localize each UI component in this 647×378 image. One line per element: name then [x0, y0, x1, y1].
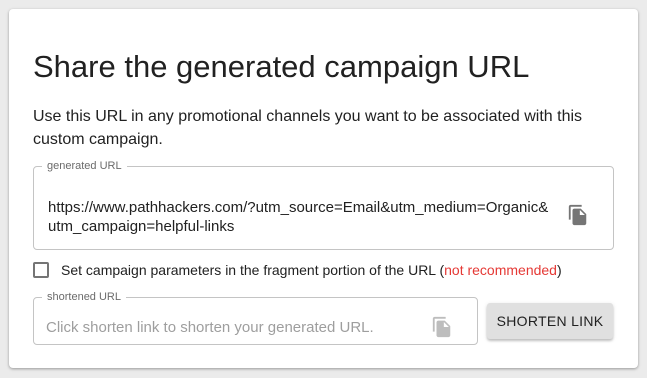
not-recommended-text: not recommended [444, 262, 557, 278]
generated-url-value[interactable]: https://www.pathhackers.com/?utm_source=… [48, 198, 551, 236]
shortened-url-field: shortened URL [33, 291, 478, 345]
copy-icon [432, 316, 451, 338]
generated-url-legend: generated URL [47, 160, 122, 172]
card-description: Use this URL in any promotional channels… [33, 108, 583, 148]
generated-url-field: generated URL https://www.pathhackers.co… [33, 160, 614, 250]
fragment-option-row[interactable]: Set campaign parameters in the fragment … [33, 262, 562, 278]
card-title: Share the generated campaign URL [33, 49, 530, 84]
copy-shortened-url-button[interactable] [429, 314, 455, 340]
copy-generated-url-button[interactable] [565, 202, 591, 228]
shortened-url-legend: shortened URL [47, 291, 121, 303]
copy-icon [568, 204, 587, 226]
fragment-checkbox[interactable] [33, 262, 49, 278]
shorten-link-button[interactable]: SHORTEN LINK [487, 303, 613, 339]
shortened-url-input[interactable] [46, 317, 421, 337]
fragment-option-label[interactable]: Set campaign parameters in the fragment … [61, 262, 562, 278]
share-url-card: Share the generated campaign URL Use thi… [9, 9, 638, 368]
